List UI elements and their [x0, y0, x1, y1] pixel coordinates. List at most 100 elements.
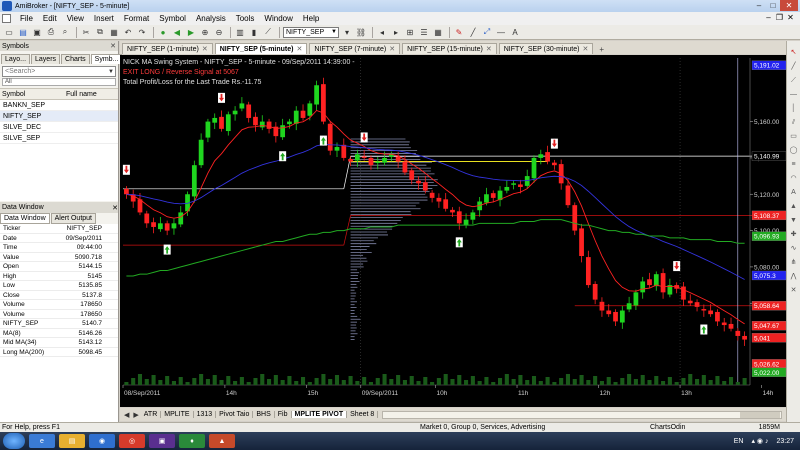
candle-body[interactable] — [504, 187, 509, 191]
sheet-tab[interactable]: Sheet 8 — [347, 411, 378, 418]
candle-body[interactable] — [151, 222, 156, 227]
menu-tools[interactable]: Tools — [231, 14, 260, 23]
app-icon-3[interactable]: ♦ — [179, 434, 205, 448]
minimize-button[interactable]: – — [752, 0, 766, 11]
forward-icon[interactable]: ▶ — [185, 27, 197, 38]
open-icon[interactable]: ▤ — [17, 27, 29, 38]
language-indicator[interactable]: EN — [734, 438, 744, 445]
candle-body[interactable] — [552, 163, 557, 166]
menu-edit[interactable]: Edit — [38, 14, 62, 23]
horizontal-line-icon[interactable]: ― — [495, 27, 507, 38]
candle-body[interactable] — [606, 311, 611, 315]
arc-tool-icon[interactable]: ◠ — [790, 172, 796, 186]
candle-body[interactable] — [233, 111, 238, 115]
candle-body[interactable] — [538, 154, 543, 158]
candle-body[interactable] — [246, 105, 251, 118]
chevron-down-icon[interactable]: ▼ — [108, 69, 115, 75]
rectangle-tool-icon[interactable]: ▭ — [790, 130, 797, 144]
chart-tab[interactable]: NIFTY_SEP (5-minute) ✕ — [215, 43, 308, 54]
app-icon-1[interactable]: ◉ — [89, 434, 115, 448]
menu-analysis[interactable]: Analysis — [191, 14, 231, 23]
horizontal-scrollbar[interactable] — [382, 411, 782, 419]
menu-file[interactable]: File — [15, 14, 38, 23]
col-fullname[interactable]: Full name — [66, 91, 97, 98]
tab-layers[interactable]: Layers — [31, 54, 60, 64]
list-item[interactable]: SILVE_DEC — [0, 122, 118, 133]
fib-tool-icon[interactable]: ≡ — [791, 158, 795, 172]
col-symbol[interactable]: Symbol — [0, 91, 66, 98]
arrow-down-tool-icon[interactable]: ▼ — [790, 214, 797, 228]
candle-body[interactable] — [640, 281, 645, 292]
cut-icon[interactable]: ✂ — [80, 27, 92, 38]
list-item[interactable]: BANKN_SEP — [0, 100, 118, 111]
menu-view[interactable]: View — [62, 14, 89, 23]
menu-insert[interactable]: Insert — [89, 14, 119, 23]
sheet-tab[interactable]: 1313 — [194, 411, 217, 418]
candle-body[interactable] — [409, 170, 414, 179]
list-icon[interactable]: ☰ — [418, 27, 430, 38]
candle-body[interactable] — [708, 311, 713, 315]
tab-data-window[interactable]: Data Window — [0, 213, 50, 224]
close-icon[interactable]: ✕ — [486, 45, 492, 53]
candle-body[interactable] — [294, 111, 299, 124]
candle-body[interactable] — [620, 311, 625, 323]
tray-icons[interactable]: ▴ ◉ ♪ — [751, 437, 768, 445]
candle-body[interactable] — [219, 117, 224, 129]
start-button[interactable] — [3, 433, 25, 449]
candle-body[interactable] — [430, 193, 435, 198]
candle-body[interactable] — [593, 284, 598, 300]
paste-icon[interactable]: ▦ — [108, 27, 120, 38]
candle-body[interactable] — [287, 122, 292, 125]
back-icon[interactable]: ◀ — [171, 27, 183, 38]
sheet-tab[interactable]: ATR — [141, 411, 161, 418]
sheet-next-icon[interactable]: ▶ — [131, 411, 140, 419]
candle-body[interactable] — [301, 111, 306, 118]
tab-alert-output[interactable]: Alert Output — [51, 213, 96, 224]
candle-body[interactable] — [403, 162, 408, 173]
gann-tool-icon[interactable]: ✚ — [791, 228, 797, 242]
scroll-left-icon[interactable]: ◂ — [376, 27, 388, 38]
candle-body[interactable] — [491, 193, 496, 198]
candle-body[interactable] — [566, 186, 571, 206]
hline-tool-icon[interactable]: — — [790, 88, 797, 102]
price-chart[interactable]: 5,060.005,080.005,100.005,120.005,140.00… — [120, 55, 786, 407]
tab-symbols[interactable]: Symb... — [91, 54, 123, 64]
candle-body[interactable] — [212, 118, 217, 123]
chart-svg[interactable]: 5,060.005,080.005,100.005,120.005,140.00… — [120, 55, 786, 407]
candle-body[interactable] — [634, 292, 639, 305]
candle-body[interactable] — [695, 302, 700, 307]
cycle-tool-icon[interactable]: ∿ — [791, 242, 797, 256]
bar-chart-icon[interactable]: ▥ — [234, 27, 246, 38]
pitchfork-tool-icon[interactable]: ⋔ — [791, 256, 797, 270]
ray-line-icon[interactable]: ⤢ — [481, 27, 493, 38]
candle-body[interactable] — [627, 303, 632, 309]
pencil-icon[interactable]: ✎ — [453, 27, 465, 38]
mdi-close-icon[interactable]: ✕ — [785, 13, 796, 22]
line-chart-icon[interactable]: ⟋ — [262, 27, 274, 38]
candle-body[interactable] — [172, 223, 177, 228]
candle-body[interactable] — [443, 199, 448, 208]
undo-icon[interactable]: ↶ — [122, 27, 134, 38]
candle-body[interactable] — [586, 257, 591, 285]
copy-icon[interactable]: ⧉ — [94, 27, 106, 38]
interval-icon[interactable]: ▾ — [341, 27, 353, 38]
mdi-minimize-icon[interactable]: – — [763, 13, 774, 22]
ellipse-tool-icon[interactable]: ◯ — [790, 144, 798, 158]
grid-icon[interactable]: ▦ — [432, 27, 444, 38]
explorer-icon[interactable]: ▤ — [59, 434, 85, 448]
candle-body[interactable] — [518, 184, 523, 187]
candle-body[interactable] — [321, 84, 326, 121]
candle-body[interactable] — [701, 309, 706, 310]
sheet-tab[interactable]: MPLITE PIVOT — [292, 411, 348, 418]
candle-body[interactable] — [688, 301, 693, 304]
candle-body[interactable] — [165, 223, 170, 230]
sheet-tab[interactable]: MPLITE — [161, 411, 193, 418]
text-tool-icon[interactable]: A — [509, 27, 521, 38]
candle-body[interactable] — [307, 103, 312, 115]
clock[interactable]: 23:27 — [776, 438, 794, 445]
candle-body[interactable] — [661, 273, 666, 292]
list-item[interactable]: NIFTY_SEP — [0, 111, 118, 122]
scroll-right-icon[interactable]: ▸ — [390, 27, 402, 38]
list-item[interactable]: SILVE_SEP — [0, 133, 118, 144]
close-icon[interactable]: ✕ — [202, 45, 208, 53]
